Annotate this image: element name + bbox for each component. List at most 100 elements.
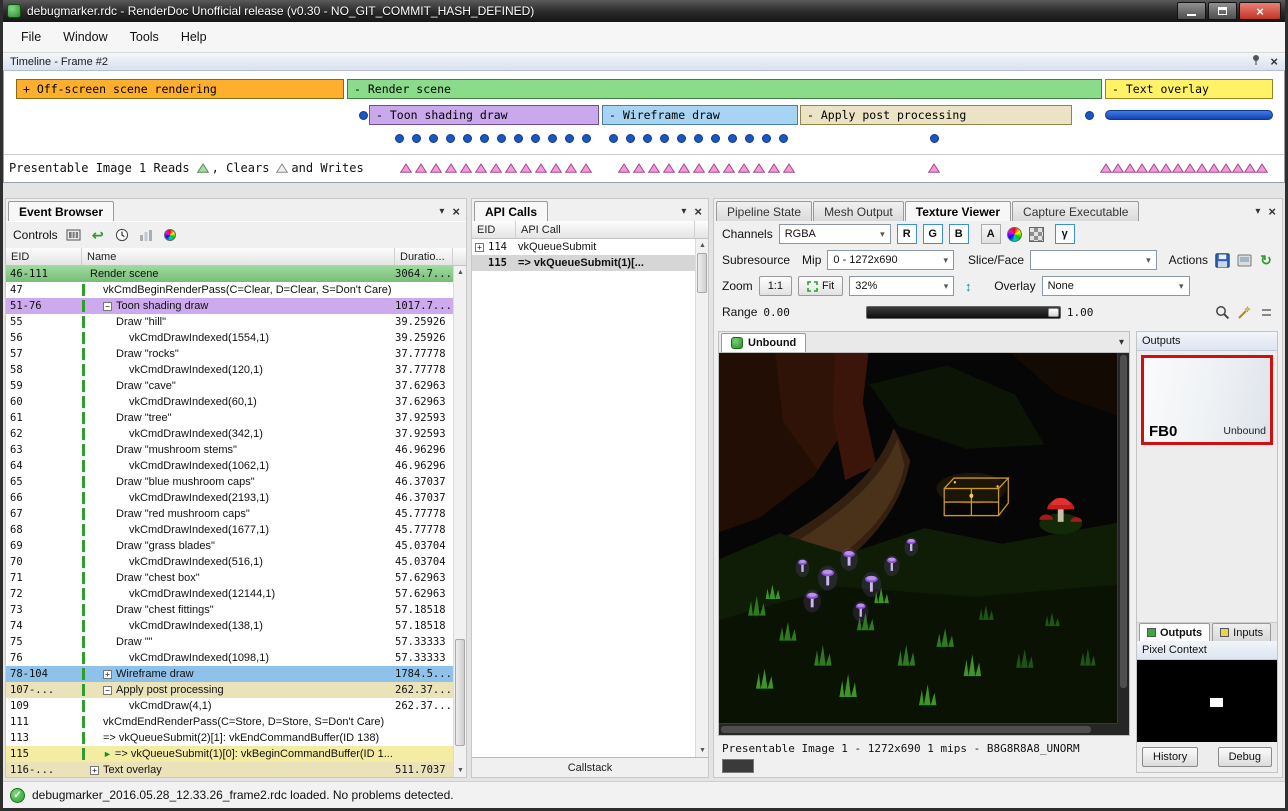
- event-row[interactable]: 70vkCmdDrawIndexed(516,1)45.03704: [6, 554, 453, 570]
- scrollbar-thumb[interactable]: [697, 253, 707, 293]
- api-call-row[interactable]: 115=> vkQueueSubmit(1)[...: [472, 255, 695, 271]
- event-row[interactable]: 61Draw "tree"37.92593: [6, 410, 453, 426]
- timeline-marker[interactable]: - Wireframe draw: [602, 105, 798, 125]
- range-min-value[interactable]: 0.00: [763, 306, 790, 319]
- event-row[interactable]: 65Draw "blue mushroom caps"46.37037: [6, 474, 453, 490]
- column-api-call[interactable]: API Call: [516, 221, 695, 238]
- time-durations-icon[interactable]: [114, 226, 130, 244]
- draw-dot[interactable]: [497, 134, 506, 143]
- close-icon[interactable]: ×: [694, 205, 702, 218]
- scrollbar[interactable]: [1117, 353, 1129, 723]
- draw-dot[interactable]: [548, 134, 557, 143]
- settings-icon[interactable]: [162, 226, 178, 244]
- event-row[interactable]: 109vkCmdDraw(4,1)262.37...: [6, 698, 453, 714]
- mip-dropdown[interactable]: 0 - 1272x690 ▾: [827, 250, 954, 270]
- scrollbar[interactable]: [719, 723, 1117, 735]
- event-row[interactable]: 46-111Render scene3064.7...: [6, 266, 453, 282]
- scroll-up-icon[interactable]: ▲: [696, 239, 708, 252]
- tab-capture-executable[interactable]: Capture Executable: [1012, 201, 1139, 221]
- collapse-icon[interactable]: −: [103, 302, 112, 311]
- fit-button[interactable]: Fit: [798, 276, 843, 296]
- titlebar[interactable]: debugmarker.rdc - RenderDoc Unofficial r…: [3, 0, 1285, 22]
- event-row[interactable]: 58vkCmdDrawIndexed(120,1)37.77778: [6, 362, 453, 378]
- pin-icon[interactable]: [1251, 54, 1261, 69]
- timeline-usage-row[interactable]: Presentable Image 1 Reads , Clears and W…: [4, 155, 1284, 181]
- event-row[interactable]: 116-...+Text overlay511.7037: [6, 762, 453, 777]
- draw-dot[interactable]: [930, 134, 939, 143]
- channels-dropdown[interactable]: RGBA ▾: [779, 224, 891, 244]
- event-row[interactable]: 72vkCmdDrawIndexed(12144,1)57.62963: [6, 586, 453, 602]
- tab-inputs[interactable]: Inputs: [1212, 623, 1271, 641]
- timeline-marker[interactable]: - Render scene: [347, 79, 1102, 99]
- close-icon[interactable]: ×: [1270, 55, 1278, 68]
- draw-dot[interactable]: [531, 134, 540, 143]
- zoom-1-1-button[interactable]: 1:1: [759, 276, 792, 296]
- chevron-down-icon[interactable]: ▾: [681, 207, 686, 217]
- event-row[interactable]: 55Draw "hill"39.25926: [6, 314, 453, 330]
- draw-dot[interactable]: [514, 134, 523, 143]
- debug-button[interactable]: Debug: [1218, 747, 1272, 767]
- event-row[interactable]: 76vkCmdDrawIndexed(1098,1)57.33333: [6, 650, 453, 666]
- tab-api-calls[interactable]: API Calls: [474, 201, 548, 221]
- chevron-down-icon[interactable]: ▾: [1119, 338, 1124, 348]
- maximize-button[interactable]: [1208, 2, 1237, 20]
- draw-dot[interactable]: [711, 134, 720, 143]
- draw-dot[interactable]: [626, 134, 635, 143]
- timeline-marker[interactable]: - Apply post processing: [800, 105, 1072, 125]
- channel-green-button[interactable]: G: [923, 224, 943, 244]
- draw-dot[interactable]: [359, 111, 368, 120]
- callstack-bar[interactable]: Callstack: [472, 757, 708, 777]
- draw-group-capsule[interactable]: [1105, 110, 1273, 120]
- collapse-icon[interactable]: −: [103, 686, 112, 695]
- event-row[interactable]: 63Draw "mushroom stems"46.96296: [6, 442, 453, 458]
- channel-red-button[interactable]: R: [897, 224, 917, 244]
- draw-dot[interactable]: [609, 134, 618, 143]
- event-row[interactable]: 67Draw "red mushroom caps"45.77778: [6, 506, 453, 522]
- chevron-down-icon[interactable]: ▾: [1255, 207, 1260, 217]
- tab-pipeline-state[interactable]: Pipeline State: [716, 201, 812, 221]
- draw-dot[interactable]: [565, 134, 574, 143]
- texture-viewport[interactable]: [718, 352, 1130, 736]
- event-row[interactable]: 78-104+Wireframe draw1784.5...: [6, 666, 453, 682]
- expand-icon[interactable]: +: [475, 243, 484, 252]
- draw-dot[interactable]: [762, 134, 771, 143]
- range-white-handle[interactable]: [1048, 308, 1059, 317]
- zoom-range-icon[interactable]: [1214, 303, 1230, 321]
- sliceface-dropdown[interactable]: ▾: [1030, 250, 1157, 270]
- tab-outputs[interactable]: Outputs: [1139, 623, 1210, 641]
- autofit-range-icon[interactable]: [1236, 303, 1252, 321]
- tab-unbound[interactable]: Unbound: [721, 333, 806, 352]
- chevron-down-icon[interactable]: ▾: [439, 207, 444, 217]
- event-row[interactable]: 56vkCmdDrawIndexed(1554,1)39.25926: [6, 330, 453, 346]
- timeline-body[interactable]: + Off-screen scene rendering- Render sce…: [3, 71, 1285, 183]
- event-row[interactable]: 113=> vkQueueSubmit(2)[1]: vkEndCommandB…: [6, 730, 453, 746]
- event-row[interactable]: 111vkCmdEndRenderPass(C=Store, D=Store, …: [6, 714, 453, 730]
- range-slider[interactable]: [866, 306, 1061, 319]
- scroll-down-icon[interactable]: ▼: [454, 764, 466, 777]
- event-row[interactable]: 59Draw "cave"37.62963: [6, 378, 453, 394]
- tab-mesh-output[interactable]: Mesh Output: [813, 201, 904, 221]
- event-row[interactable]: 51-76−Toon shading draw1017.7...: [6, 298, 453, 314]
- close-icon[interactable]: ×: [1268, 205, 1276, 218]
- history-button[interactable]: History: [1142, 747, 1198, 767]
- menu-tools[interactable]: Tools: [120, 25, 169, 49]
- scroll-down-icon[interactable]: ▼: [696, 744, 708, 757]
- range-max-value[interactable]: 1.00: [1067, 306, 1094, 319]
- close-button[interactable]: ×: [1239, 2, 1281, 20]
- close-icon[interactable]: ×: [452, 205, 460, 218]
- scrollbar[interactable]: ▲ ▼: [453, 266, 466, 777]
- timeline-marker[interactable]: - Toon shading draw: [369, 105, 599, 125]
- gamma-button[interactable]: γ: [1055, 224, 1075, 244]
- column-name[interactable]: Name: [82, 248, 395, 265]
- draw-dot[interactable]: [463, 134, 472, 143]
- event-row[interactable]: 71Draw "chest box"57.62963: [6, 570, 453, 586]
- minimize-button[interactable]: [1177, 2, 1206, 20]
- timeline-icon[interactable]: [66, 226, 82, 244]
- overlay-dropdown[interactable]: None ▾: [1042, 276, 1190, 296]
- column-eid[interactable]: EID: [6, 248, 82, 265]
- event-row[interactable]: 69Draw "grass blades"45.03704: [6, 538, 453, 554]
- scrollbar-thumb[interactable]: [1120, 355, 1127, 688]
- scroll-up-icon[interactable]: ▲: [454, 266, 466, 279]
- menu-file[interactable]: File: [11, 25, 51, 49]
- color-wheel-icon[interactable]: [1007, 225, 1023, 243]
